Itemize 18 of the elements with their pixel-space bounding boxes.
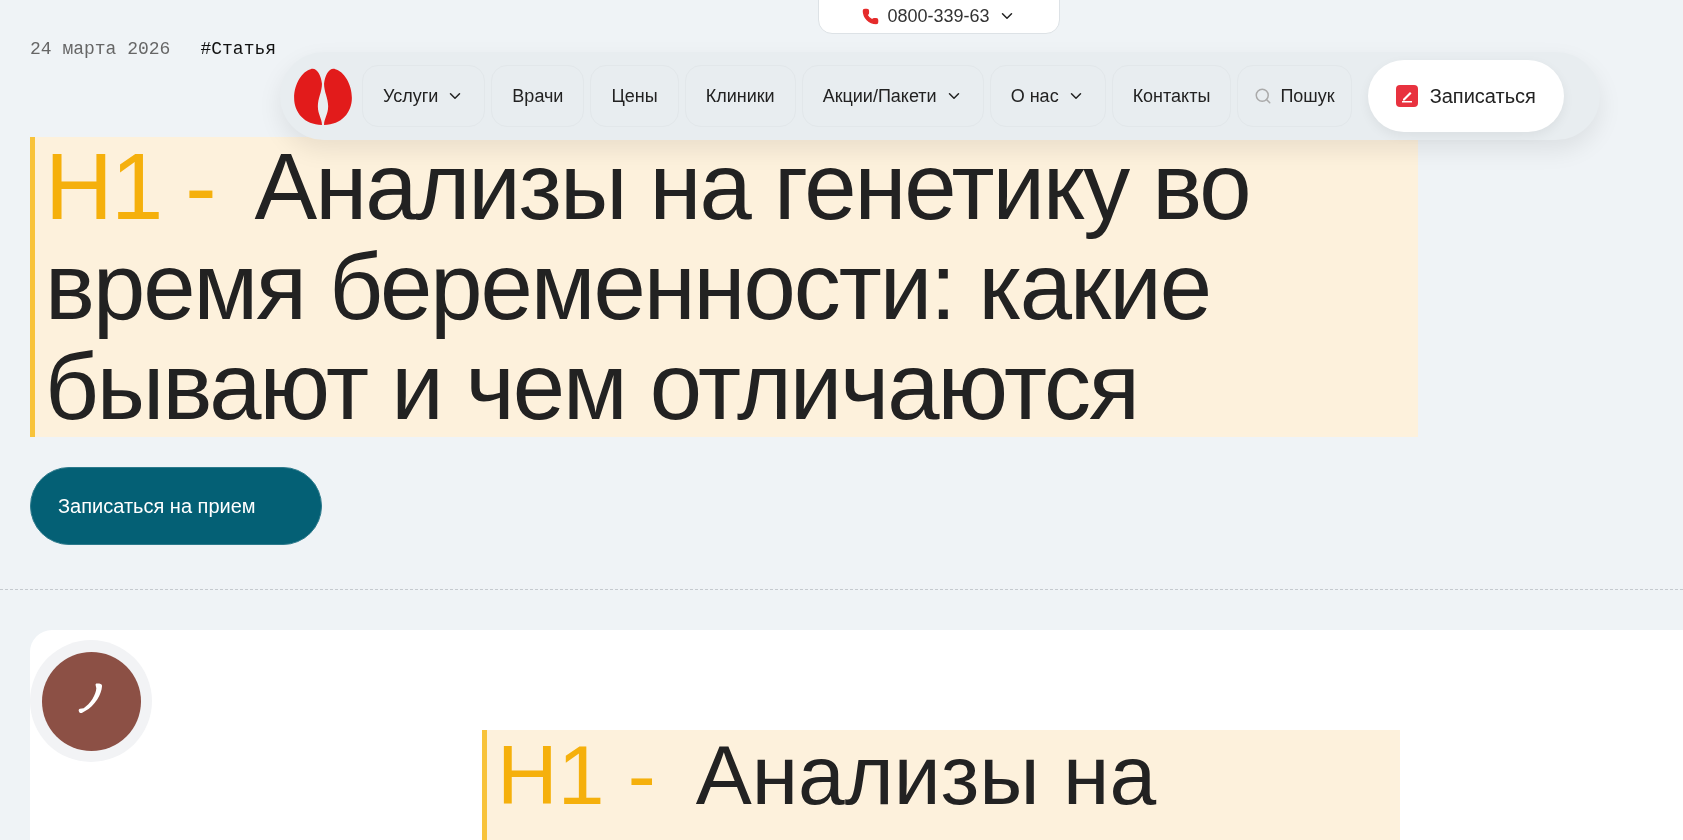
nav-item[interactable]: Клиники <box>684 65 796 127</box>
nav-item[interactable]: Контакты <box>1111 65 1232 127</box>
card-heading: H1 - Анализы на <box>482 730 1400 840</box>
pen-icon <box>1395 85 1418 107</box>
signup-button[interactable]: Записаться <box>1367 60 1564 132</box>
nav-item[interactable]: Цены <box>590 65 679 127</box>
phone-dropdown[interactable]: 0800-339-63 <box>818 0 1060 34</box>
nav-item[interactable]: О нас <box>989 65 1106 127</box>
article-date: 24 марта 2026 <box>30 38 171 61</box>
appointment-button[interactable]: Записаться на прием <box>30 467 322 545</box>
search-icon <box>1254 87 1273 105</box>
nav-item[interactable]: Услуги <box>362 65 486 127</box>
nav-item[interactable]: Врачи <box>491 65 585 127</box>
phone-number: 0800-339-63 <box>887 4 990 28</box>
article-tag[interactable]: #Статья <box>200 36 277 63</box>
nav-item[interactable]: Акции/Пакети <box>801 65 984 127</box>
page-heading: H1 - Анализы на генетику во время беременности: какие бывают и чем отличаются <box>30 137 1418 437</box>
search-link[interactable]: Пошук <box>1237 65 1352 127</box>
